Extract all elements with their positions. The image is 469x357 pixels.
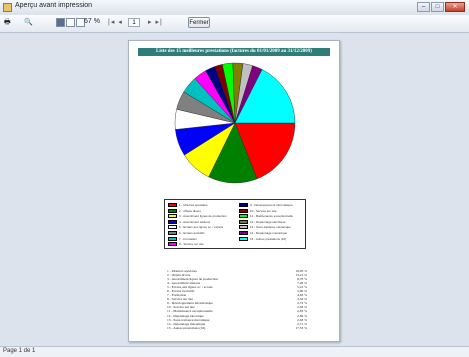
- legend-label: 14 - Dépannage mécanique: [250, 231, 288, 235]
- window-controls: – □ ✕: [417, 2, 465, 12]
- legend-item: 9 - Développement informatique: [239, 203, 293, 207]
- legend-swatch: [168, 214, 177, 219]
- legend-swatch: [168, 203, 177, 207]
- legend-swatch: [168, 242, 177, 247]
- nav-prev-icons[interactable]: |◂ ◂: [108, 18, 123, 26]
- legend-label: 8 - Service sur site: [179, 242, 204, 247]
- legend-item: 6 - Ecrans évolutifs: [168, 231, 205, 235]
- report-title: Liste des 15 meilleures prestations (fac…: [138, 48, 330, 56]
- legend-label: 3 - Assortiment lignes de production: [179, 214, 227, 219]
- zoom-value[interactable]: 67 %: [84, 18, 100, 25]
- legend-label: 10 - Service sur site: [250, 208, 277, 213]
- app-icon: [3, 3, 12, 12]
- chart-legend: 1 - Montres spéciales 2 - Objets divers 3 …: [164, 199, 306, 249]
- legend-label: 6 - Ecrans évolutifs: [179, 231, 205, 235]
- legend-swatch: [239, 236, 248, 241]
- close-button[interactable]: Fermer: [188, 17, 210, 28]
- nav-next-icons[interactable]: ▸ ▸|: [148, 18, 163, 26]
- printer-icon[interactable]: 🖶: [4, 18, 11, 29]
- legend-item: 12 - Dépannage électrique: [239, 219, 286, 224]
- legend-swatch: [239, 219, 248, 224]
- legend-swatch: [239, 231, 248, 235]
- list-label: 15 - Autres prestations (16): [167, 325, 206, 330]
- list-percent: 17,53 %: [295, 325, 307, 330]
- legend-swatch: [168, 219, 177, 224]
- legend-label: 4 - Assortiment stations: [179, 219, 211, 224]
- legend-item: 13 - Sous-traitance mécanique: [239, 225, 291, 230]
- legend-label: 15 - Autres prestations (16): [250, 236, 287, 241]
- toolbar: 🖶 🔍 67 % |◂ ◂ 1 ▸ ▸| Fermer: [0, 15, 469, 33]
- single-page-button[interactable]: [56, 18, 65, 27]
- legend-swatch: [239, 208, 248, 213]
- legend-item: 1 - Montres spéciales: [168, 203, 208, 207]
- page-number-input[interactable]: 1: [128, 18, 140, 27]
- legend-item: 8 - Service sur site: [168, 242, 204, 247]
- legend-label: 12 - Dépannage électrique: [250, 219, 286, 224]
- window-titlebar: Aperçu avant impression – □ ✕: [0, 0, 469, 16]
- magnifier-icon[interactable]: 🔍: [24, 18, 33, 29]
- maximize-icon[interactable]: □: [431, 2, 444, 12]
- legend-swatch: [168, 236, 177, 241]
- legend-swatch: [239, 225, 248, 230]
- list-row: 15 - Autres prestations (16) 17,53 %: [167, 326, 307, 330]
- status-text: Page 1 de 1: [3, 348, 36, 354]
- preview-area[interactable]: Liste des 15 meilleures prestations (fac…: [0, 33, 469, 346]
- two-pages-button[interactable]: [66, 18, 75, 27]
- legend-item: 4 - Assortiment stations: [168, 219, 211, 224]
- legend-label: 9 - Développement informatique: [250, 203, 293, 207]
- legend-swatch: [239, 214, 248, 219]
- legend-swatch: [168, 231, 177, 235]
- legend-label: 1 - Montres spéciales: [179, 203, 208, 207]
- minimize-icon[interactable]: –: [417, 2, 430, 12]
- close-icon[interactable]: ✕: [445, 2, 465, 12]
- legend-item: 5 - Ecrans aux lignes sc. / écrans: [168, 225, 224, 230]
- legend-swatch: [168, 225, 177, 230]
- window-title: Aperçu avant impression: [15, 2, 93, 9]
- legend-item: 10 - Service sur site: [239, 208, 277, 213]
- legend-item: 7 - Formation: [168, 236, 197, 241]
- legend-swatch: [168, 208, 177, 213]
- report-page: Liste des 15 meilleures prestations (fac…: [128, 40, 340, 342]
- legend-item: 11 - Maintenance exceptionnelle: [239, 214, 293, 219]
- legend-item: 15 - Autres prestations (16): [239, 236, 287, 241]
- legend-label: 11 - Maintenance exceptionnelle: [250, 214, 293, 219]
- prestation-list: 1 - Montres spéciales 19,03 % 2 - Objets d…: [167, 269, 307, 330]
- legend-label: 5 - Ecrans aux lignes sc. / écrans: [179, 225, 224, 230]
- legend-item: 3 - Assortiment lignes de production: [168, 214, 227, 219]
- pie-chart: [174, 62, 296, 184]
- status-bar: Page 1 de 1: [0, 346, 469, 357]
- legend-item: 14 - Dépannage mécanique: [239, 231, 287, 235]
- legend-label: 2 - Objets divers: [179, 208, 201, 213]
- legend-label: 7 - Formation: [179, 236, 197, 241]
- legend-swatch: [239, 203, 248, 207]
- legend-item: 2 - Objets divers: [168, 208, 201, 213]
- legend-label: 13 - Sous-traitance mécanique: [250, 225, 291, 230]
